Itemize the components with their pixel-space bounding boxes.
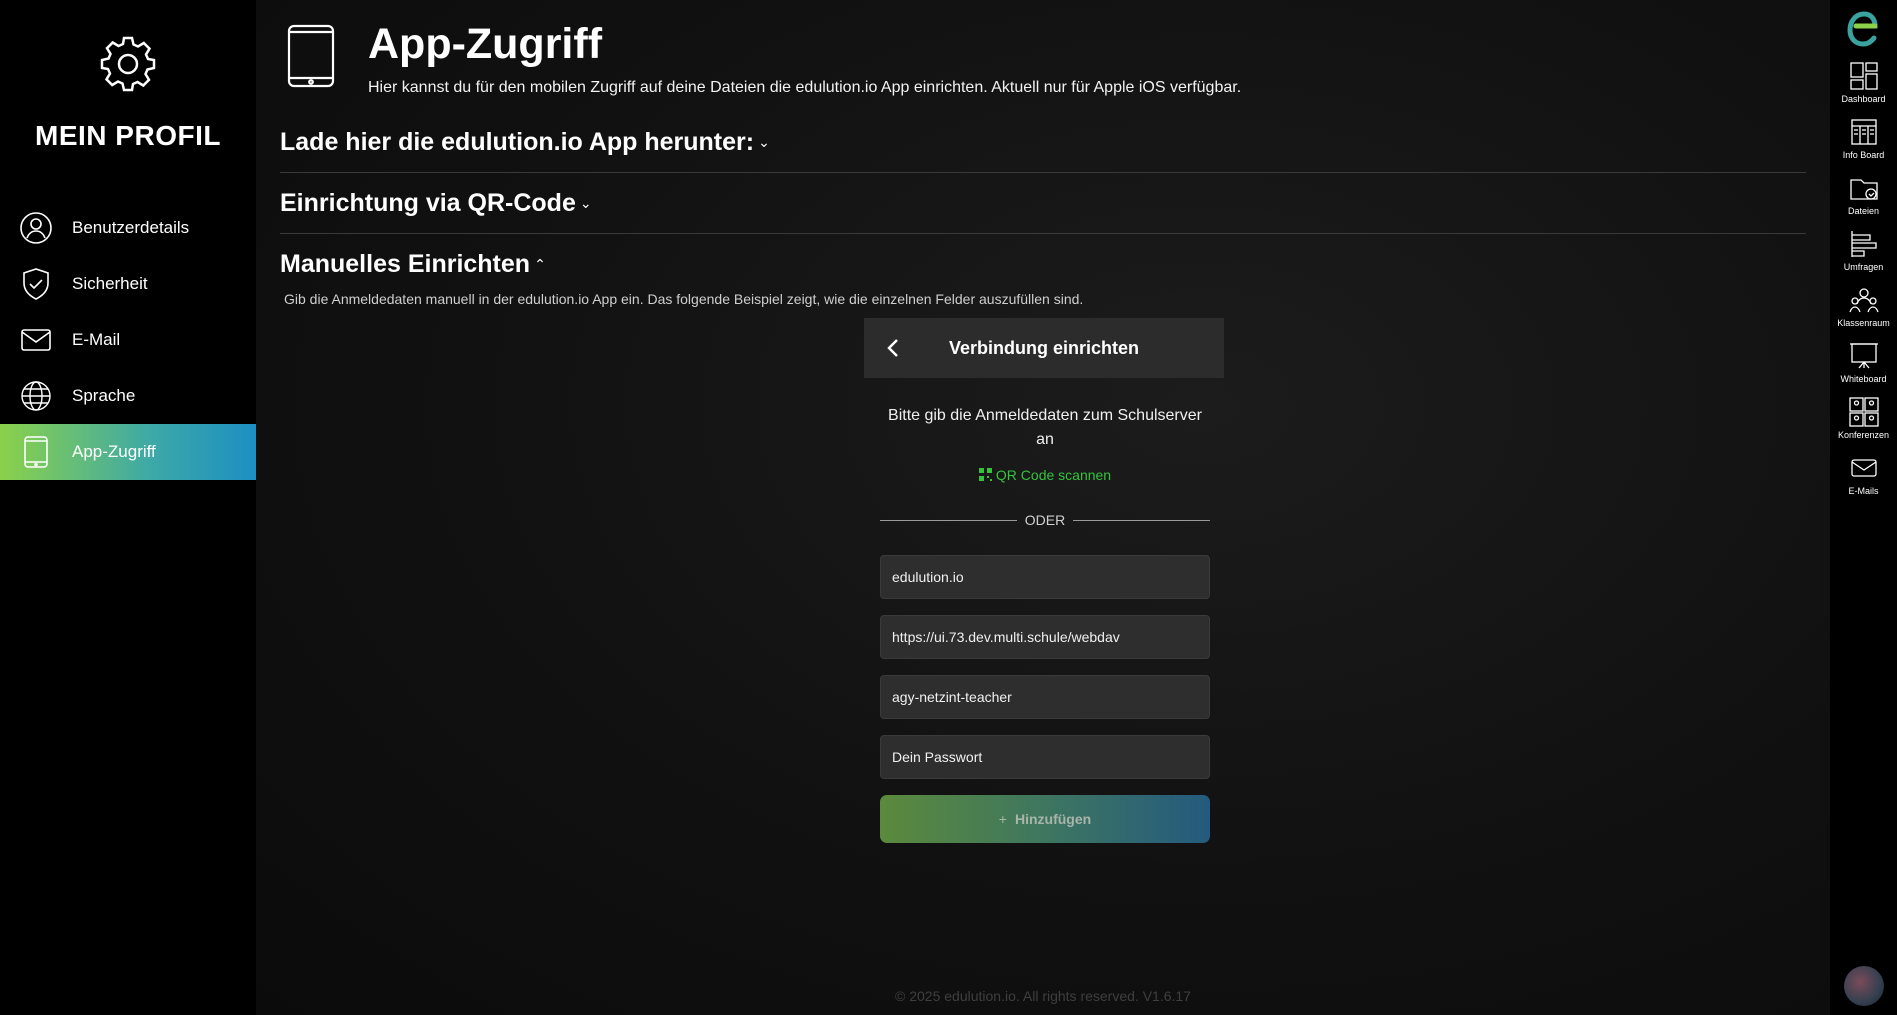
or-separator: ODER	[880, 512, 1211, 528]
mails-icon	[1850, 459, 1877, 477]
rail-item-label: Whiteboard	[1840, 374, 1887, 384]
section-label: Einrichtung via QR-Code	[280, 188, 576, 217]
add-button-label: Hinzufügen	[1014, 811, 1092, 827]
rail-item-label: Dateien	[1847, 206, 1880, 216]
rail-item-emails[interactable]: E-Mails	[1830, 452, 1897, 496]
rail-item-info-board[interactable]: Info Board	[1830, 116, 1897, 160]
section-manual-setup[interactable]: Manuelles Einrichten ⌃	[280, 247, 1806, 281]
surveys-icon	[1850, 231, 1877, 257]
chevron-up-icon: ⌃	[534, 255, 546, 272]
sidebar-item-label: Sicherheit	[72, 274, 148, 293]
qr-code-icon	[978, 468, 992, 484]
back-chevron-icon[interactable]	[882, 336, 906, 360]
sidebar-item-sprache[interactable]: Sprache	[0, 368, 256, 424]
sidebar-item-label: App-Zugriff	[72, 442, 156, 461]
user-gear-icon	[18, 210, 54, 246]
chevron-down-icon: ⌄	[758, 133, 770, 150]
sidebar-item-label: E-Mail	[72, 330, 121, 349]
sidebar-item-benutzerdetails[interactable]: Benutzerdetails	[0, 200, 256, 256]
info-board-icon	[1850, 119, 1877, 145]
shield-icon	[18, 266, 54, 302]
rail-item-whiteboard[interactable]: Whiteboard	[1830, 340, 1897, 384]
page-subtitle: Hier kannst du für den mobilen Zugriff a…	[368, 79, 1242, 96]
rail-item-label: Info Board	[1842, 150, 1885, 160]
sidebar-item-label: Sprache	[72, 386, 136, 405]
manual-description: Gib die Anmeldedaten manuell in der edul…	[284, 291, 1084, 307]
footer-copyright: © 2025 edulution.io. All rights reserved…	[895, 988, 1191, 1004]
qr-scan-link[interactable]: QR Code scannen	[880, 467, 1210, 484]
avatar[interactable]	[1844, 966, 1884, 1006]
page-title: App-Zugriff	[368, 20, 603, 68]
divider	[280, 172, 1806, 173]
sidebar-item-email[interactable]: E-Mail	[0, 312, 256, 368]
section-qr-setup[interactable]: Einrichtung via QR-Code ⌄	[280, 186, 1806, 220]
sidebar-title: MEIN PROFIL	[35, 120, 221, 151]
section-label: Manuelles Einrichten	[280, 249, 531, 278]
files-icon	[1849, 179, 1878, 200]
dashboard-icon	[1849, 62, 1878, 90]
add-button[interactable]: + Hinzufügen	[880, 795, 1210, 843]
sidebar-item-app-zugriff[interactable]: App-Zugriff	[0, 424, 256, 480]
plus-icon: +	[998, 811, 1007, 827]
sidebar-item-sicherheit[interactable]: Sicherheit	[0, 256, 256, 312]
server-name-field[interactable]: edulution.io	[880, 555, 1210, 599]
gear-icon	[100, 36, 156, 92]
divider	[280, 233, 1806, 234]
app-rail: Dashboard Info Board Dateien Umfragen Kl…	[1830, 0, 1897, 1015]
server-url-field[interactable]: https://ui.73.dev.multi.schule/webdav	[880, 615, 1210, 659]
classroom-icon	[1848, 288, 1879, 313]
sidebar-item-label: Benutzerdetails	[72, 218, 190, 237]
rail-item-konferenzen[interactable]: Konferenzen	[1830, 396, 1897, 440]
rail-item-umfragen[interactable]: Umfragen	[1830, 228, 1897, 272]
rail-item-label: E-Mails	[1848, 486, 1879, 496]
main-content: App-Zugriff Hier kannst du für den mobil…	[256, 0, 1830, 1015]
profile-sidebar: MEIN PROFIL Benutzerdetails Sicherheit E…	[0, 0, 256, 1015]
rail-item-dashboard[interactable]: Dashboard	[1830, 60, 1897, 104]
rail-item-klassenraum[interactable]: Klassenraum	[1830, 284, 1897, 328]
rail-item-label: Klassenraum	[1837, 318, 1890, 328]
edulution-logo-icon[interactable]	[1844, 8, 1882, 48]
rail-item-label: Konferenzen	[1837, 430, 1890, 440]
credentials-prompt: Bitte gib die Anmeldedaten zum Schulserv…	[888, 407, 1202, 448]
rail-item-dateien[interactable]: Dateien	[1830, 172, 1897, 216]
card-title: Verbindung einrichten	[948, 337, 1140, 358]
card-header: Verbindung einrichten	[864, 318, 1224, 378]
rail-item-label: Umfragen	[1843, 262, 1884, 272]
globe-icon	[18, 378, 54, 414]
rail-item-label: Dashboard	[1841, 94, 1886, 104]
chevron-down-icon: ⌄	[579, 194, 592, 211]
password-field[interactable]: Dein Passwort	[880, 735, 1210, 779]
or-label: ODER	[1024, 512, 1066, 528]
section-label: Lade hier die edulution.io App herunter:	[280, 127, 755, 156]
whiteboard-icon	[1849, 343, 1878, 369]
section-app-download[interactable]: Lade hier die edulution.io App herunter:…	[280, 125, 1806, 159]
tablet-icon	[287, 24, 335, 88]
conferences-icon	[1848, 397, 1879, 427]
mail-icon	[18, 322, 54, 358]
username-field[interactable]: agy-netzint-teacher	[880, 675, 1210, 719]
tablet-icon	[18, 434, 54, 470]
qr-scan-label: QR Code scannen	[995, 467, 1112, 483]
